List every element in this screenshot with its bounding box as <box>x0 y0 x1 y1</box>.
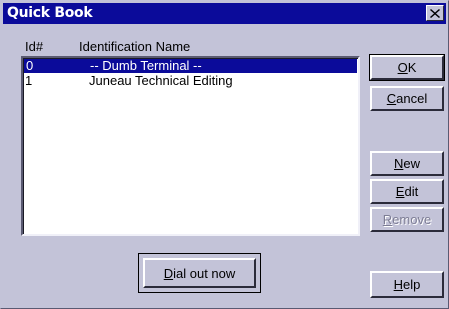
ok-mnemonic: O <box>397 60 408 75</box>
help-label: elp <box>403 277 421 292</box>
cancel-mnemonic: C <box>386 91 397 106</box>
name-column-header: Identification Name <box>79 39 191 54</box>
edit-mnemonic: E <box>395 184 405 199</box>
window-title: Quick Book <box>7 5 93 21</box>
help-mnemonic: H <box>393 277 404 292</box>
cancel-button[interactable]: Cancel <box>370 86 444 111</box>
edit-button[interactable]: Edit <box>370 179 444 204</box>
close-button[interactable] <box>426 5 444 21</box>
entry-id: 0 <box>26 58 34 73</box>
title-bar[interactable]: Quick Book <box>3 3 446 24</box>
list-item[interactable]: 0 -- Dumb Terminal -- <box>24 59 357 73</box>
entry-name: -- Dumb Terminal -- <box>90 58 202 73</box>
new-button[interactable]: New <box>370 151 444 176</box>
dial-mnemonic: D <box>163 265 174 281</box>
remove-label: emove <box>392 212 432 227</box>
new-mnemonic: N <box>393 156 404 171</box>
id-column-header: Id# <box>25 39 44 54</box>
help-button[interactable]: Help <box>370 271 444 298</box>
close-icon <box>430 8 440 18</box>
entry-id: 1 <box>25 73 33 88</box>
remove-mnemonic: R <box>382 212 393 227</box>
ok-label: K <box>407 60 417 75</box>
dial-out-now-button[interactable]: Dial out now <box>143 258 256 288</box>
cancel-label: ancel <box>396 91 428 106</box>
quick-book-dialog: Quick Book Id# Identification Name 0 -- … <box>0 0 449 309</box>
dial-default-frame: Dial out now <box>138 253 261 293</box>
edit-label: dit <box>404 184 419 199</box>
entries-listbox[interactable]: 0 -- Dumb Terminal -- 1 Juneau Technical… <box>21 56 360 236</box>
list-item[interactable]: 1 Juneau Technical Editing <box>23 74 358 88</box>
remove-button[interactable]: Remove <box>370 207 444 232</box>
new-label: ew <box>403 156 420 171</box>
dial-label: ial out now <box>173 265 236 281</box>
ok-button[interactable]: OK <box>369 54 445 81</box>
entry-name: Juneau Technical Editing <box>89 73 233 88</box>
